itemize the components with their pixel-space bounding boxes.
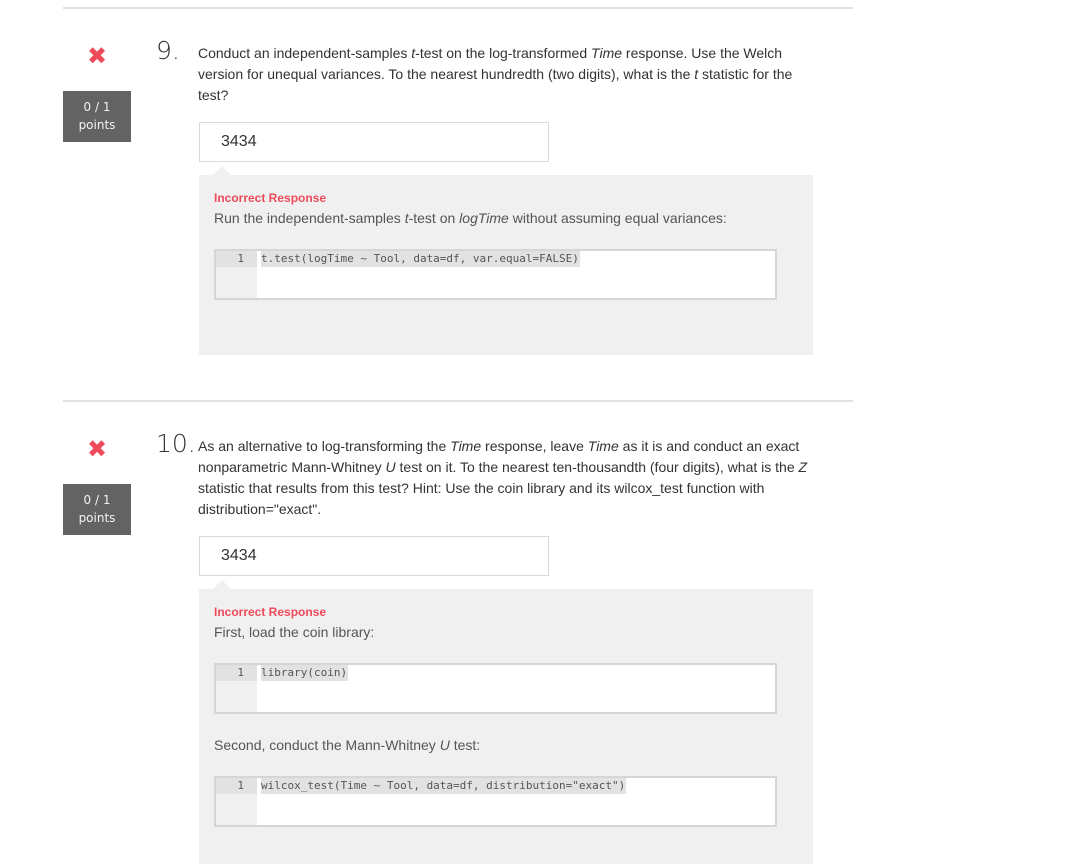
points-score: 0 / 1 xyxy=(83,493,111,507)
feedback-text-part: Second, conduct the Mann-Whitney xyxy=(214,737,440,753)
question-number: 9. xyxy=(156,36,180,65)
question-text-part: Conduct an independent-samples xyxy=(198,45,412,61)
question-divider xyxy=(63,400,853,402)
points-label: points xyxy=(78,118,116,132)
points-score: 0 / 1 xyxy=(83,100,111,114)
code-line[interactable]: t.test(logTime ~ Tool, data=df, var.equa… xyxy=(261,251,580,267)
code-line[interactable]: wilcox_test(Time ~ Tool, data=df, distri… xyxy=(261,778,627,794)
question-text-part: As an alternative to log-transforming th… xyxy=(198,438,451,454)
answer-field[interactable]: 3434 xyxy=(199,536,549,576)
feedback-title: Incorrect Response xyxy=(214,605,327,619)
question-text-part: Z xyxy=(798,459,808,475)
feedback-text-part: without assuming equal variances: xyxy=(508,210,727,226)
x-mark-icon: ✖ xyxy=(86,42,108,70)
points-badge: 0 / 1 points xyxy=(63,484,131,535)
points-label: points xyxy=(78,511,116,525)
question-text-part: test on it. To the nearest ten-thousandt… xyxy=(395,459,799,475)
feedback-text: Run the independent-samples t-test on lo… xyxy=(214,210,727,226)
code-line-number: 1 xyxy=(216,665,257,681)
question-text-part: Time xyxy=(450,438,482,454)
question-divider xyxy=(63,7,853,9)
question-text-part: Time xyxy=(591,45,623,61)
question-text: Conduct an independent-samples t-test on… xyxy=(198,43,823,106)
feedback-title: Incorrect Response xyxy=(214,191,327,205)
question-number: 10. xyxy=(156,429,196,458)
code-block[interactable]: 1 t.test(logTime ~ Tool, data=df, var.eq… xyxy=(214,249,777,300)
feedback-text-part: Run the independent-samples xyxy=(214,210,405,226)
points-badge: 0 / 1 points xyxy=(63,91,131,142)
feedback-text-part: -test on xyxy=(408,210,460,226)
code-line-number: 1 xyxy=(216,778,257,794)
feedback-text-part: First, load the coin library: xyxy=(214,624,375,640)
feedback-text-part: logTime xyxy=(459,210,509,226)
code-block[interactable]: 1 library(coin) xyxy=(214,663,777,714)
question-text-part: Time xyxy=(587,438,619,454)
feedback-text: First, load the coin library: xyxy=(214,624,374,640)
code-line[interactable]: library(coin) xyxy=(261,665,349,681)
question-text-part: U xyxy=(385,459,396,475)
answer-field[interactable]: 3434 xyxy=(199,122,549,162)
x-mark-icon: ✖ xyxy=(86,435,108,463)
feedback-text-part: test: xyxy=(449,737,481,753)
code-block[interactable]: 1 wilcox_test(Time ~ Tool, data=df, dist… xyxy=(214,776,777,827)
feedback-text: Second, conduct the Mann-Whitney U test: xyxy=(214,737,480,753)
question-text-part: statistic that results from this test? H… xyxy=(198,480,765,517)
question-text-part: response, leave xyxy=(481,438,588,454)
feedback-panel: Incorrect Response Run the independent-s… xyxy=(199,166,813,355)
feedback-text-part: U xyxy=(439,737,450,753)
code-line-number: 1 xyxy=(216,251,257,267)
question-text: As an alternative to log-transforming th… xyxy=(198,436,823,520)
question-text-part: -test on the log-transformed xyxy=(415,45,592,61)
feedback-panel: Incorrect Response First, load the coin … xyxy=(199,580,813,864)
